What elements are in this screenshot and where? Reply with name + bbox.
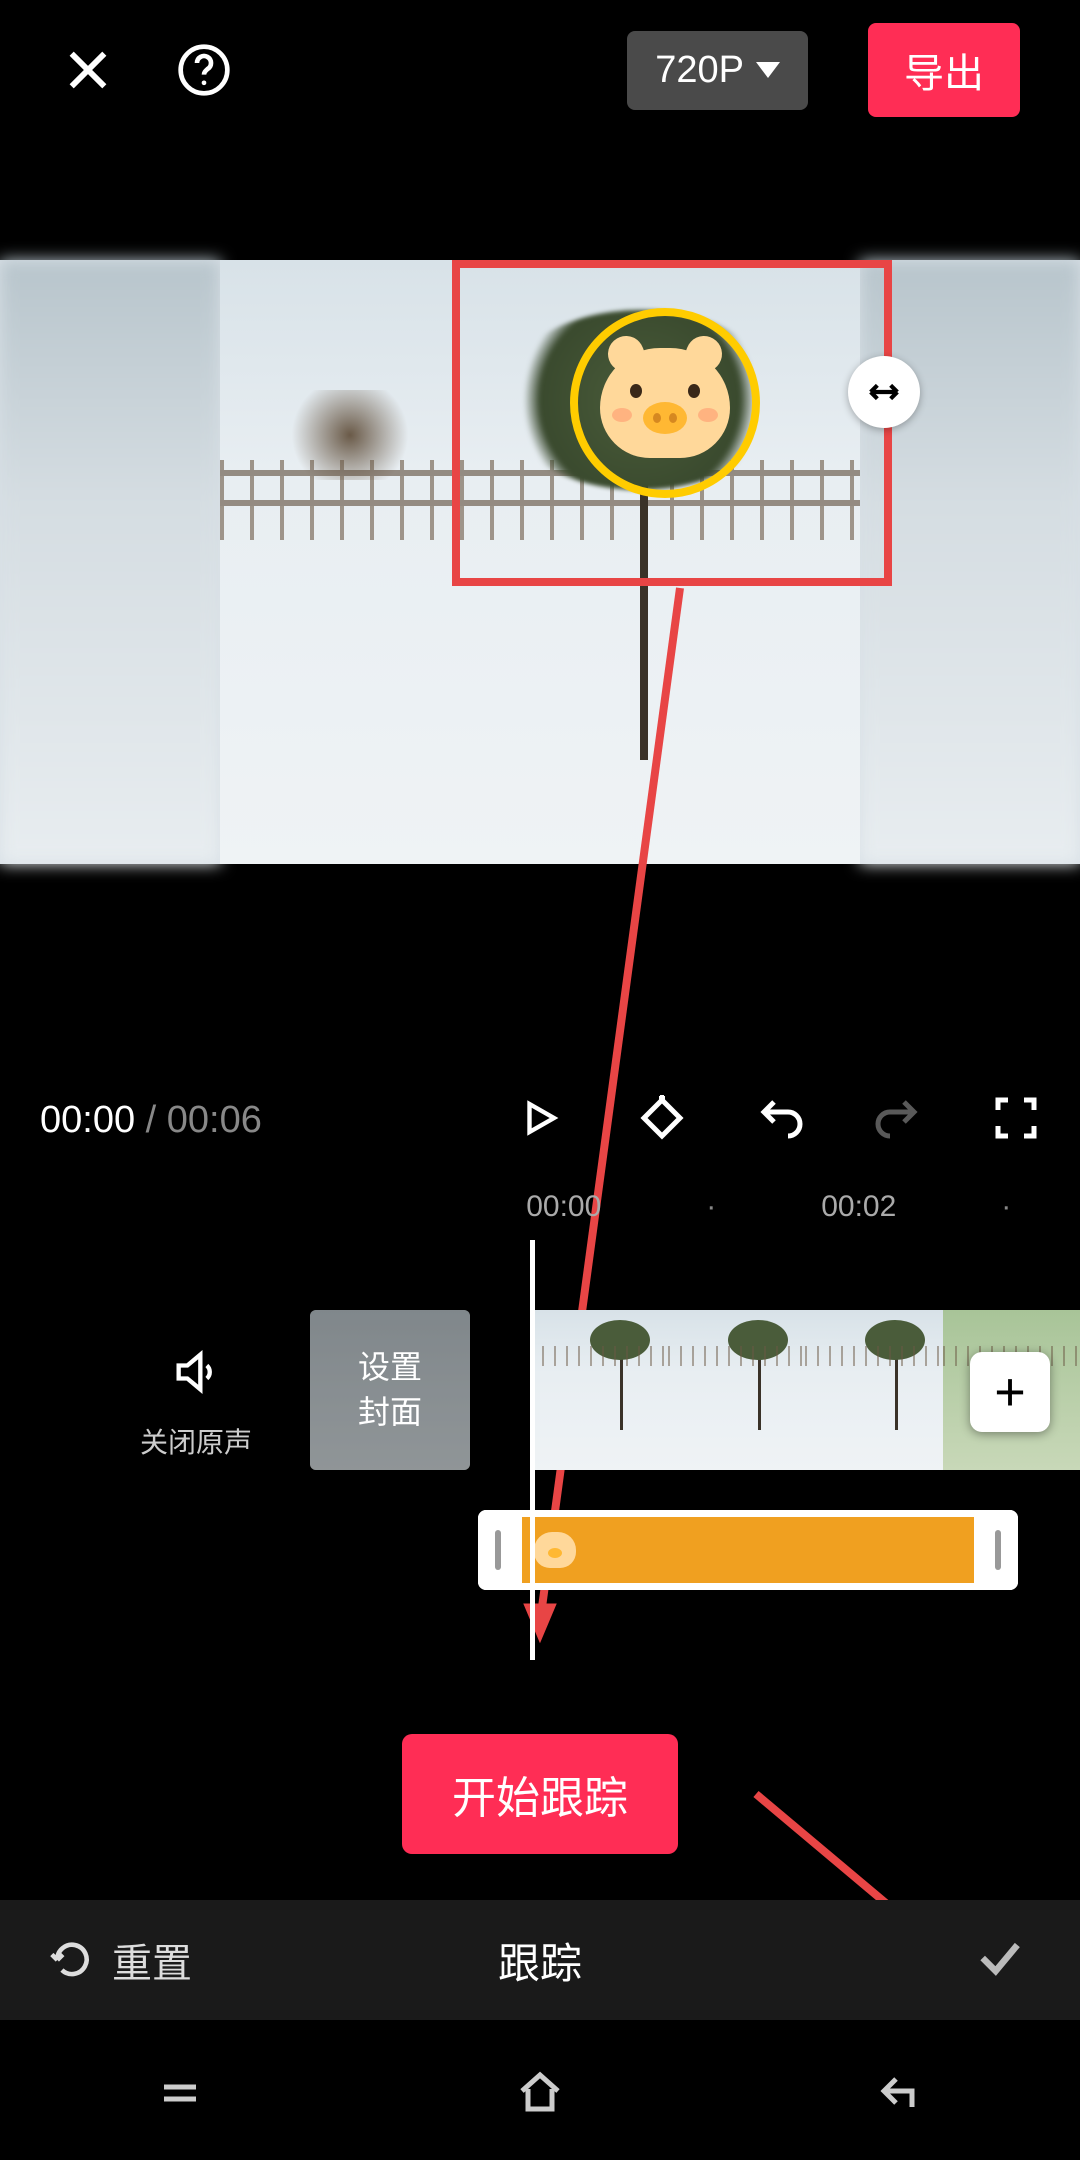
undo-button[interactable] [756,1094,804,1147]
add-clip-button[interactable]: + [970,1352,1050,1432]
confirm-button[interactable] [970,1932,1030,1989]
help-icon[interactable] [176,42,232,98]
nav-back-icon[interactable] [870,2069,930,2122]
redo-button[interactable] [874,1094,922,1147]
preview-blur-right [860,260,1080,864]
start-tracking-button[interactable]: 开始跟踪 [402,1734,678,1854]
panel-title: 跟踪 [498,1930,582,1991]
sticker-selection-circle[interactable] [570,308,760,498]
sticker-track-clip[interactable] [478,1510,1018,1590]
close-icon[interactable] [60,42,116,98]
resolution-label: 720P [655,49,744,92]
ruler-mark: 00:00 [490,1190,638,1240]
reset-button[interactable]: 重置 [50,1931,192,1989]
ruler-mark: 00:02 [785,1190,933,1240]
nav-menu-icon[interactable] [150,2069,210,2122]
fullscreen-button[interactable] [992,1094,1040,1147]
nav-home-icon[interactable] [510,2069,570,2122]
cover-thumbnail-button[interactable]: 设置 封面 [310,1310,470,1470]
total-time: 00:06 [167,1099,262,1141]
play-button[interactable] [519,1094,561,1147]
export-button[interactable]: 导出 [868,23,1020,117]
time-display: 00:00 / 00:06 [40,1099,262,1142]
timeline-ruler[interactable]: 00:00 · 00:02 · [0,1190,1080,1240]
preview-blur-left [0,260,220,864]
dropdown-icon [756,62,780,78]
resolution-selector[interactable]: 720P [627,31,808,110]
pig-sticker [600,348,730,458]
clip-frame [668,1310,806,1470]
clip-frame [805,1310,943,1470]
pig-sticker-icon [534,1532,576,1568]
clip-frame [530,1310,668,1470]
reset-label: 重置 [112,1931,192,1989]
video-preview[interactable] [0,260,1080,864]
clip-handle-right[interactable] [978,1510,1018,1590]
resize-handle[interactable] [848,356,920,428]
mute-audio-button[interactable]: 关闭原声 [140,1346,252,1461]
sticker-clip-body[interactable] [522,1517,974,1583]
tracking-target-box[interactable] [452,260,892,586]
playhead[interactable] [530,1240,535,1660]
current-time: 00:00 [40,1099,135,1141]
system-nav-bar [0,2030,1080,2160]
mute-label: 关闭原声 [140,1421,252,1461]
keyframe-button[interactable] [638,1094,686,1147]
clip-handle-left[interactable] [478,1510,518,1590]
